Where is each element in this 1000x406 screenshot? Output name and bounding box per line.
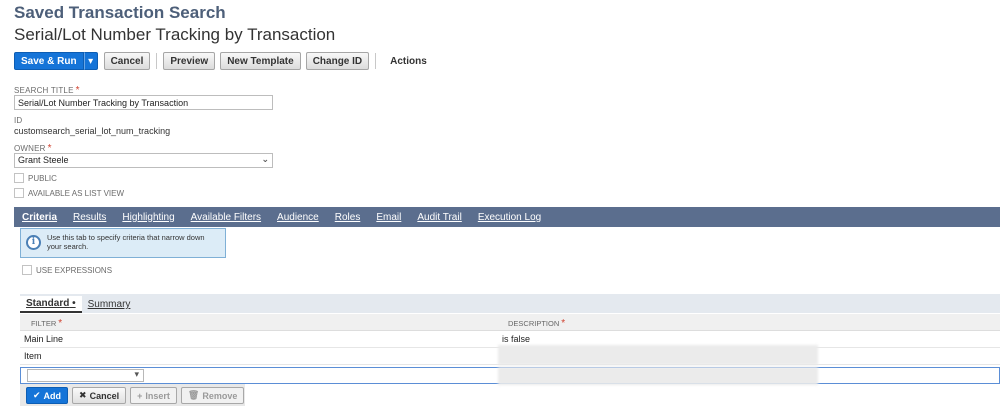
available-list-view-checkbox[interactable]	[14, 188, 24, 198]
caret-down-icon: ▾	[88, 55, 94, 67]
remove-button[interactable]: 🗑 Remove	[180, 387, 245, 404]
criteria-help-tooltip: i Use this tab to specify criteria that …	[20, 228, 226, 258]
tab-available-filters[interactable]: Available Filters	[191, 212, 261, 223]
search-title-input[interactable]	[14, 95, 273, 110]
toolbar-divider	[375, 53, 377, 69]
subtab-summary[interactable]: Summary	[82, 296, 137, 313]
caret-down-icon: ▾	[134, 369, 139, 379]
cancel-button[interactable]: Cancel	[103, 52, 151, 70]
public-checkbox-row[interactable]: PUBLIC	[14, 173, 57, 183]
criteria-subtabs: Standard • Summary	[20, 294, 1000, 313]
tooltip-text: Use this tab to specify criteria that na…	[47, 233, 205, 252]
filter-column-header: FILTER *	[31, 318, 63, 329]
public-checkbox[interactable]	[14, 173, 24, 183]
machine-buttons: ✔ Add ✖ Cancel + Insert 🗑 Remove	[26, 387, 245, 404]
cancel-row-button[interactable]: ✖ Cancel	[72, 387, 127, 404]
tab-highlighting[interactable]: Highlighting	[122, 212, 174, 223]
required-mark: *	[561, 318, 566, 329]
trash-icon: 🗑	[187, 390, 200, 400]
subtab-standard[interactable]: Standard •	[20, 296, 82, 313]
list-view-checkbox-row[interactable]: AVAILABLE AS LIST VIEW	[14, 188, 124, 198]
id-value: customsearch_serial_lot_num_tracking	[14, 126, 171, 136]
tab-criteria[interactable]: Criteria	[22, 212, 57, 223]
tab-execution-log[interactable]: Execution Log	[478, 212, 541, 223]
page-title: Serial/Lot Number Tracking by Transactio…	[14, 25, 336, 44]
public-label: PUBLIC	[28, 173, 57, 183]
tab-audit-trail[interactable]: Audit Trail	[417, 212, 461, 223]
filter-cell: Item	[24, 351, 42, 361]
toolbar-divider	[156, 53, 158, 69]
owner-value: Grant Steele	[18, 155, 69, 165]
preview-button[interactable]: Preview	[163, 52, 216, 70]
dot-icon: •	[69, 298, 76, 309]
use-expressions-label: USE EXPRESSIONS	[36, 265, 113, 275]
owner-select[interactable]: Grant Steele ⌄	[14, 153, 273, 168]
insert-button[interactable]: + Insert	[130, 387, 177, 404]
info-icon: i	[26, 235, 41, 250]
toolbar: Save & Run ▾ Cancel Preview New Template…	[14, 52, 427, 70]
filter-select[interactable]: ▾	[27, 369, 144, 382]
required-mark: *	[58, 318, 63, 329]
filter-cell: Main Line	[24, 334, 64, 344]
x-icon: ✖	[79, 390, 87, 400]
check-icon: ✔	[33, 390, 41, 400]
plus-icon: +	[137, 390, 143, 401]
description-column-header: DESCRIPTION *	[508, 318, 566, 329]
use-expressions-row[interactable]: USE EXPRESSIONS	[22, 265, 112, 275]
tab-audience[interactable]: Audience	[277, 212, 319, 223]
description-cell: is false	[502, 334, 531, 344]
save-run-menu-button[interactable]: ▾	[83, 52, 98, 70]
add-button[interactable]: ✔ Add	[26, 387, 69, 404]
double-chevron-down-icon: ⌄	[261, 154, 269, 164]
new-template-button[interactable]: New Template	[220, 52, 301, 70]
actions-menu[interactable]: Actions	[390, 56, 427, 67]
tab-results[interactable]: Results	[73, 212, 106, 223]
main-tabbar: Criteria Results Highlighting Available …	[14, 207, 1000, 227]
criteria-grid-header: FILTER * DESCRIPTION *	[20, 314, 1000, 331]
tab-roles[interactable]: Roles	[335, 212, 361, 223]
blurred-area	[498, 367, 818, 385]
use-expressions-checkbox[interactable]	[22, 265, 32, 275]
available-list-view-label: AVAILABLE AS LIST VIEW	[28, 188, 125, 198]
id-label: ID	[14, 116, 23, 125]
blurred-area	[498, 345, 818, 365]
tab-email[interactable]: Email	[376, 212, 401, 223]
save-run-button[interactable]: Save & Run	[14, 52, 84, 70]
change-id-button[interactable]: Change ID	[305, 52, 370, 70]
page-kind-heading: Saved Transaction Search	[14, 3, 226, 22]
